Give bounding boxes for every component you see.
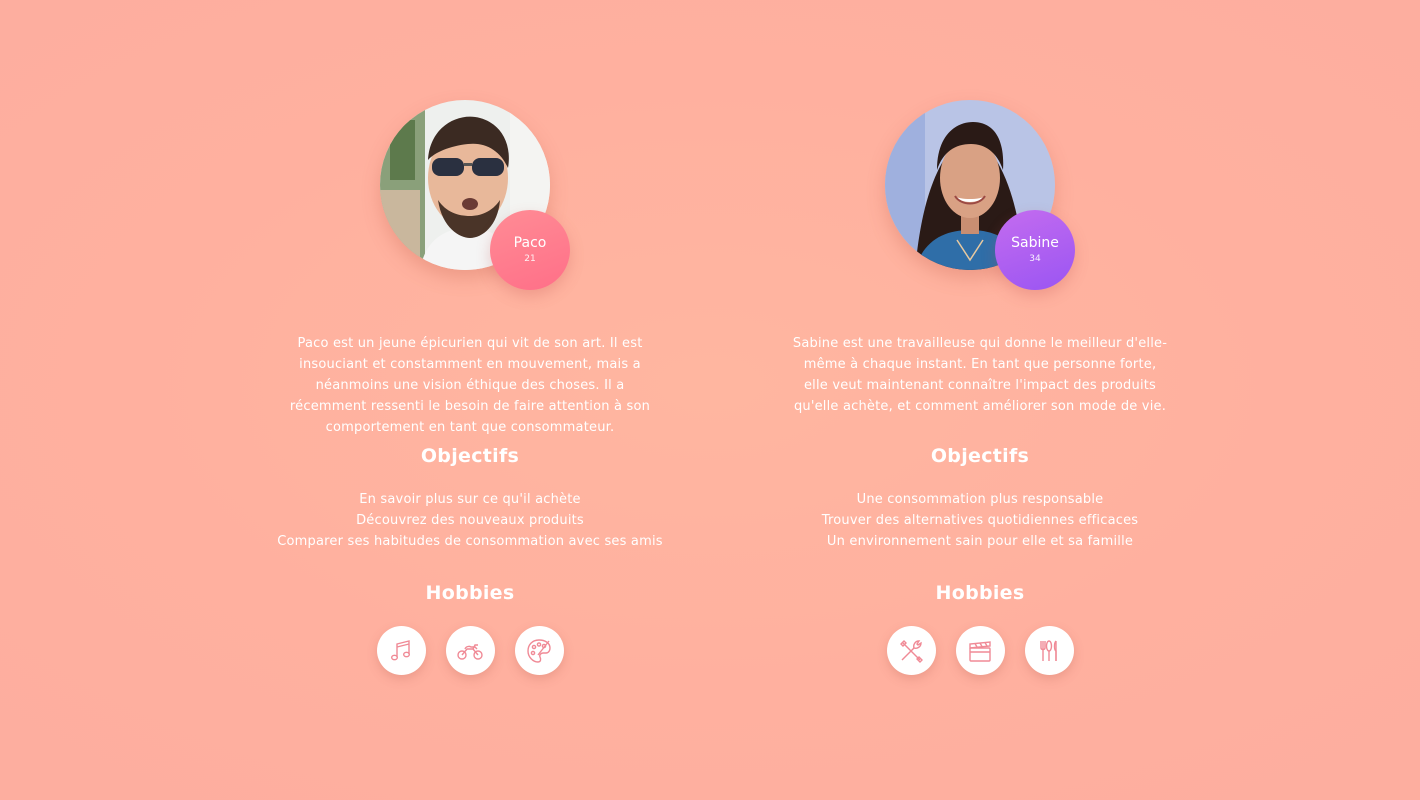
hobby-cinema [955,626,1005,675]
hobbies-list [730,626,1230,675]
persona-age: 34 [1029,254,1041,264]
hobbies-list [220,626,720,675]
objective-item: Une consommation plus responsable [856,492,1104,507]
objective-item: En savoir plus sur ce qu'il achète [359,492,581,507]
hobby-music [376,626,426,675]
name-badge: Sabine 34 [995,210,1075,290]
objectives-title: Objectifs [930,445,1030,467]
music-note-icon [390,639,411,660]
persona-bio: Sabine est une travailleuse qui donne le… [792,336,1168,414]
hobbies-title: Hobbies [425,582,515,604]
avatar-group: Sabine 34 [885,100,1085,300]
avatar-group: Paco 21 [380,100,580,300]
persona-age: 21 [524,254,536,264]
persona-bio: Paco est un jeune épicurien qui vit de s… [289,336,651,435]
objectives-title: Objectifs [420,445,520,467]
objective-item: Trouver des alternatives quotidiennes ef… [821,513,1139,528]
objectives-list: Une consommation plus responsable Trouve… [730,489,1230,552]
objective-item: Découvrez des nouveaux produits [356,513,584,528]
hobby-motorcycle [445,626,495,675]
cutlery-icon [1040,639,1057,661]
objective-item: Un environnement sain pour elle et sa fa… [826,534,1134,549]
motorcycle-icon [457,643,483,660]
persona-name: Sabine [1011,235,1059,251]
hobby-painting [514,626,564,675]
hobby-cooking [1024,626,1074,675]
objectives-list: En savoir plus sur ce qu'il achète Décou… [220,489,720,552]
hobbies-title: Hobbies [935,582,1025,604]
clapperboard-icon [969,640,991,662]
persona-name: Paco [513,235,547,251]
name-badge: Paco 21 [490,210,570,290]
paint-palette-icon [527,638,551,663]
objective-item: Comparer ses habitudes de consommation a… [277,534,663,549]
hobby-diy [886,626,936,675]
tools-icon [900,639,923,663]
